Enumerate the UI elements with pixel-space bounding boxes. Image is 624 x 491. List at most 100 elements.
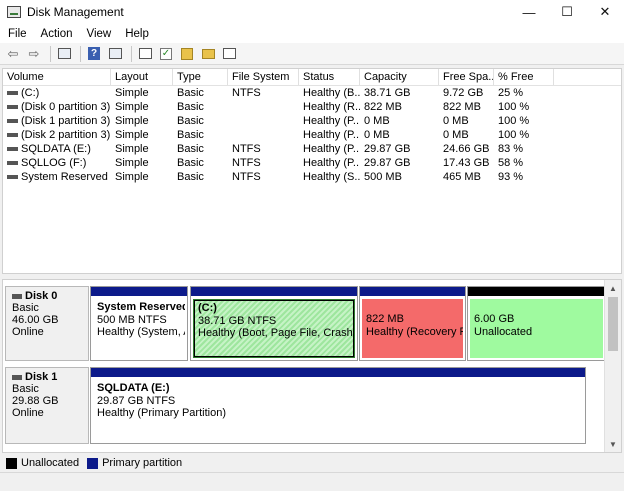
cell-free-space: 17.43 GB: [439, 156, 494, 170]
toolbar-separator: [131, 45, 132, 62]
cell-text: Basic: [177, 143, 204, 155]
table-row[interactable]: (Disk 1 partition 3) Simple Basic Healthy (…: [3, 114, 621, 128]
partition-size: 38.71 GB NTFS: [198, 314, 277, 327]
back-arrow-icon[interactable]: ⇦: [4, 45, 22, 63]
table-row[interactable]: (C:) Simple Basic NTFS Healthy (B... 38.71 GB…: [3, 86, 621, 100]
minimize-button[interactable]: —: [510, 0, 548, 24]
partition-recovery[interactable]: 822 MB Healthy (Recovery Pa: [359, 286, 466, 361]
console-tree-icon[interactable]: [55, 45, 73, 63]
primary-partition-bar: [191, 287, 357, 296]
title-bar: Disk Management — ☐ ✕: [0, 0, 624, 24]
table-row[interactable]: SQLLOG (F:) Simple Basic NTFS Healthy (P... 2…: [3, 156, 621, 170]
cell-file-system: NTFS: [228, 170, 299, 184]
cell-text: 0 MB: [364, 129, 390, 141]
cell-text: 58 %: [498, 157, 524, 169]
column-type[interactable]: Type: [173, 69, 228, 85]
cell-text: (Disk 0 partition 3): [21, 101, 111, 113]
cell-free-space: 822 MB: [439, 100, 494, 114]
table-row[interactable]: SQLDATA (E:) Simple Basic NTFS Healthy (P...…: [3, 142, 621, 156]
cell-text: SQLDATA (E:): [21, 143, 91, 155]
cell-layout: Simple: [111, 142, 173, 156]
legend-label-unallocated: Unallocated: [21, 457, 80, 469]
cell-text: 822 MB: [443, 101, 481, 113]
volume-list-header: Volume Layout Type File System Status Ca…: [3, 69, 621, 86]
scrollbar-thumb[interactable]: [608, 297, 618, 351]
partition-c-drive[interactable]: (C:) 38.71 GB NTFS Healthy (Boot, Page F…: [190, 286, 358, 361]
cell-percent-free: 83 %: [494, 142, 554, 156]
cell-text: Basic: [177, 115, 204, 127]
cell-text: 0 MB: [443, 129, 469, 141]
partition-sqldata[interactable]: SQLDATA (E:) 29.87 GB NTFS Healthy (Prim…: [90, 367, 586, 444]
disk-layout-pane: Disk 0 Basic 46.00 GB Online System Rese…: [2, 279, 622, 453]
partition-size: 500 MB NTFS: [97, 313, 167, 326]
check-icon[interactable]: ✓: [157, 45, 175, 63]
cell-free-space: 465 MB: [439, 170, 494, 184]
menu-view[interactable]: View: [80, 28, 119, 40]
status-bar: [0, 472, 624, 491]
volume-icon: [7, 91, 18, 95]
toolbar-separator: [50, 45, 51, 62]
table-row[interactable]: (Disk 0 partition 3) Simple Basic Healthy (…: [3, 100, 621, 114]
cell-status: Healthy (R...: [299, 100, 360, 114]
properties-icon[interactable]: [106, 45, 124, 63]
cell-percent-free: 93 %: [494, 170, 554, 184]
partition-system-reserved[interactable]: System Reserved 500 MB NTFS Healthy (Sys…: [90, 286, 188, 361]
partition-unallocated[interactable]: 6.00 GB Unallocated: [467, 286, 606, 361]
cell-capacity: 500 MB: [360, 170, 439, 184]
toolbar-separator: [80, 45, 81, 62]
rescan-icon[interactable]: [136, 45, 154, 63]
cell-capacity: 822 MB: [360, 100, 439, 114]
maximize-button[interactable]: ☐: [548, 0, 586, 24]
export-list-icon[interactable]: [199, 45, 217, 63]
cell-free-space: 9.72 GB: [439, 86, 494, 100]
cell-text: 29.87 GB: [364, 157, 411, 169]
disk-icon: [12, 374, 22, 380]
volume-list[interactable]: Volume Layout Type File System Status Ca…: [2, 68, 622, 274]
disk-pane-scrollbar[interactable]: ▲ ▼: [604, 280, 621, 452]
scroll-up-icon[interactable]: ▲: [605, 280, 621, 296]
menu-action[interactable]: Action: [34, 28, 80, 40]
disk-0-label[interactable]: Disk 0 Basic 46.00 GB Online: [5, 286, 89, 361]
cell-type: Basic: [173, 142, 228, 156]
console-list-icon[interactable]: [220, 45, 238, 63]
menu-help[interactable]: Help: [118, 28, 156, 40]
cell-text: Healthy (P...: [303, 143, 360, 155]
disk-management-icon: [7, 6, 21, 18]
table-row[interactable]: (Disk 2 partition 3) Simple Basic Healthy (…: [3, 128, 621, 142]
cell-status: Healthy (P...: [299, 128, 360, 142]
scroll-down-icon[interactable]: ▼: [605, 436, 621, 452]
cell-file-system: [228, 128, 299, 142]
close-button[interactable]: ✕: [586, 0, 624, 24]
help-icon[interactable]: ?: [85, 45, 103, 63]
window-controls: — ☐ ✕: [510, 0, 624, 24]
table-row[interactable]: System Reserved Simple Basic NTFS Healthy (S…: [3, 170, 621, 184]
column-percent-free[interactable]: % Free: [494, 69, 554, 85]
cell-text: NTFS: [232, 157, 261, 169]
cell-text: NTFS: [232, 87, 261, 99]
cell-percent-free: 100 %: [494, 128, 554, 142]
cell-text: Simple: [115, 171, 149, 183]
window-title: Disk Management: [27, 5, 124, 19]
cell-text: 29.87 GB: [364, 143, 411, 155]
volume-icon: [7, 105, 18, 109]
column-capacity[interactable]: Capacity: [360, 69, 439, 85]
forward-arrow-icon[interactable]: ⇨: [25, 45, 43, 63]
column-layout[interactable]: Layout: [111, 69, 173, 85]
cell-volume: System Reserved: [3, 170, 111, 184]
column-volume[interactable]: Volume: [3, 69, 111, 85]
disk-1-label[interactable]: Disk 1 Basic 29.88 GB Online: [5, 367, 89, 444]
column-file-system[interactable]: File System: [228, 69, 299, 85]
up-folder-icon[interactable]: [178, 45, 196, 63]
column-free-space[interactable]: Free Spa...: [439, 69, 494, 85]
cell-text: 38.71 GB: [364, 87, 411, 99]
legend-swatch-unallocated: [6, 457, 17, 469]
cell-type: Basic: [173, 170, 228, 184]
partition-status: Healthy (Recovery Pa: [366, 325, 463, 338]
primary-partition-bar: [91, 287, 187, 296]
primary-partition-bar: [91, 368, 585, 377]
cell-text: Simple: [115, 157, 149, 169]
cell-text: Healthy (P...: [303, 157, 360, 169]
cell-capacity: 0 MB: [360, 128, 439, 142]
menu-file[interactable]: File: [0, 28, 34, 40]
column-status[interactable]: Status: [299, 69, 360, 85]
